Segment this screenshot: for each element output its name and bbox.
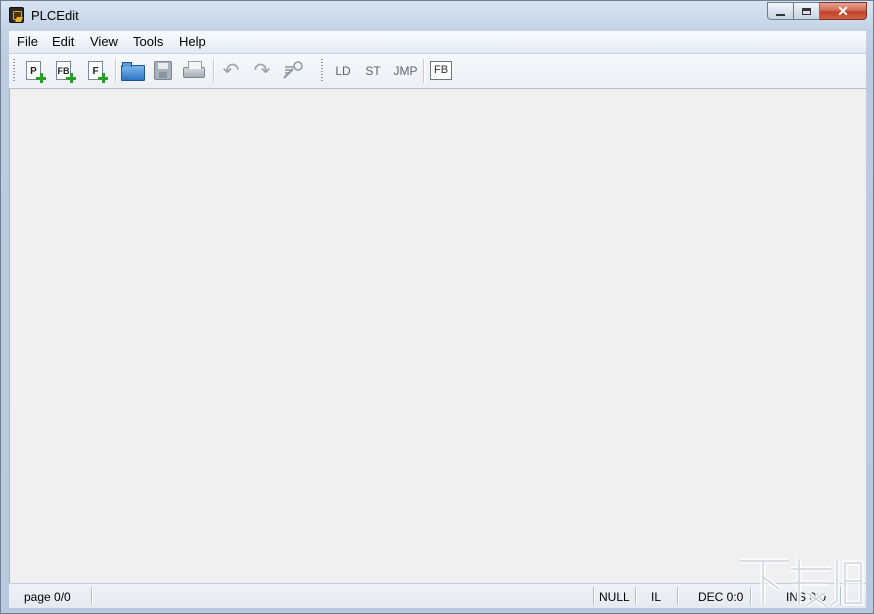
status-page: page 0/0	[24, 590, 71, 604]
status-divider	[91, 587, 93, 605]
open-button[interactable]	[120, 59, 145, 83]
menu-edit[interactable]: Edit	[52, 34, 74, 49]
new-program-icon: P	[26, 61, 46, 83]
undo-button[interactable]: ↶	[219, 59, 243, 83]
plcedit-app-icon[interactable]	[9, 7, 24, 23]
undo-icon: ↶	[222, 60, 240, 82]
comment-icon	[283, 61, 303, 79]
caption-buttons: ✕	[767, 2, 867, 20]
editor-area[interactable]	[9, 89, 866, 583]
menu-tools[interactable]: Tools	[133, 34, 163, 49]
minimize-icon	[776, 13, 785, 16]
close-icon: ✕	[837, 2, 849, 19]
app-window: PLCEdit ✕ File Edit View Tools Help P FB…	[0, 0, 874, 614]
redo-button[interactable]: ↷	[250, 59, 274, 83]
menu-bar: File Edit View Tools Help	[9, 31, 866, 54]
toolbar-grip[interactable]	[13, 59, 15, 83]
status-divider	[593, 587, 595, 605]
plus-icon	[98, 73, 108, 83]
print-icon	[183, 61, 205, 78]
new-program-button[interactable]: P	[22, 59, 46, 83]
ld-button[interactable]: LD	[331, 59, 355, 83]
new-function-block-icon: FB	[56, 61, 76, 83]
menu-file[interactable]: File	[17, 34, 38, 49]
save-button[interactable]	[151, 59, 175, 83]
comment-button[interactable]	[281, 59, 305, 83]
watermark-logo	[739, 558, 864, 608]
menu-view[interactable]: View	[90, 34, 118, 49]
toolbar: P FB F ↶ ↷ LD ST JMP FB	[9, 54, 866, 89]
close-button[interactable]: ✕	[820, 2, 867, 20]
toolbar-separator	[213, 59, 215, 83]
toolbar-grip[interactable]	[321, 59, 323, 83]
redo-icon: ↷	[253, 60, 271, 82]
plus-icon	[36, 73, 46, 83]
window-title: PLCEdit	[31, 8, 79, 23]
new-function-icon: F	[88, 61, 108, 83]
jmp-button[interactable]: JMP	[392, 59, 419, 83]
toolbar-separator	[423, 59, 425, 83]
minimize-button[interactable]	[767, 2, 794, 20]
status-language: IL	[651, 590, 662, 604]
maximize-button[interactable]	[794, 2, 820, 20]
new-function-block-button[interactable]: FB	[52, 59, 76, 83]
maximize-icon	[802, 7, 811, 15]
new-function-button[interactable]: F	[84, 59, 108, 83]
save-icon	[154, 61, 172, 80]
fb-button[interactable]: FB	[430, 61, 452, 80]
open-folder-icon	[121, 62, 145, 81]
status-divider	[635, 587, 637, 605]
plus-icon	[66, 73, 76, 83]
print-button[interactable]	[182, 59, 206, 83]
menu-help[interactable]: Help	[179, 34, 206, 49]
title-bar[interactable]: PLCEdit ✕	[1, 1, 873, 30]
st-button[interactable]: ST	[361, 59, 385, 83]
status-null: NULL	[599, 590, 630, 604]
toolbar-separator	[115, 59, 117, 83]
status-divider	[677, 587, 679, 605]
